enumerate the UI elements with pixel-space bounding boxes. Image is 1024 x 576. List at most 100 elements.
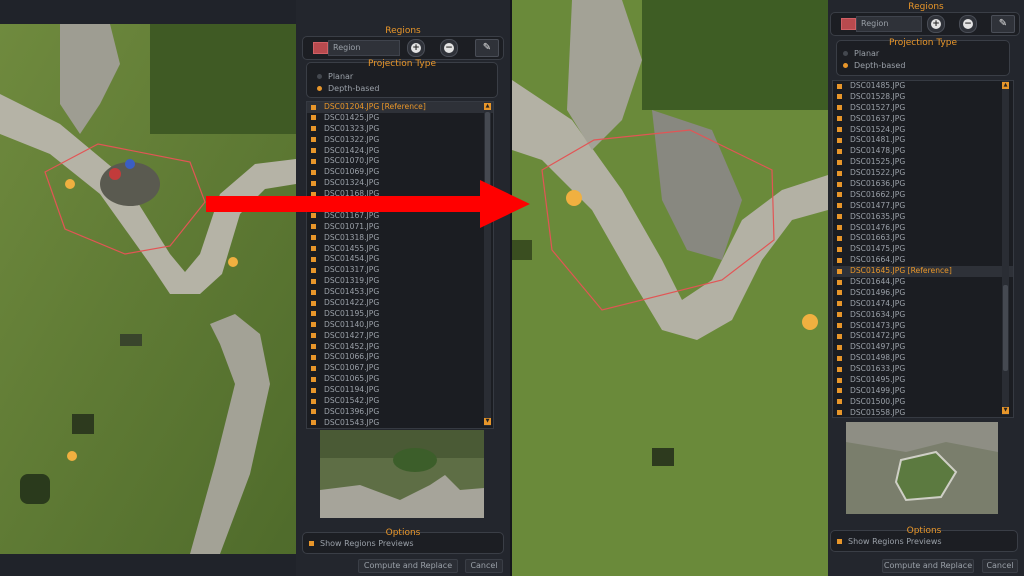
checkbox-checked-icon (311, 126, 316, 132)
scroll-up-icon[interactable]: ▲ (484, 103, 491, 110)
checkbox-checked-icon (837, 94, 842, 100)
compute-and-replace-button[interactable]: Compute and Replace (882, 559, 974, 573)
list-item[interactable]: DSC01318.JPG (307, 233, 493, 244)
checkbox-checked-icon (837, 399, 842, 405)
show-previews-checkbox[interactable]: Show Regions Previews (837, 537, 942, 547)
image-file-name: DSC01662.JPG (850, 189, 906, 199)
list-item[interactable]: DSC01663.JPG (833, 233, 1013, 244)
scroll-up-icon[interactable]: ▲ (1002, 82, 1009, 89)
list-item[interactable]: DSC01485.JPG (833, 81, 1013, 92)
list-item[interactable]: DSC01477.JPG (833, 201, 1013, 212)
list-item[interactable]: DSC01525.JPG (833, 157, 1013, 168)
projection-depth-based[interactable]: Depth-based (843, 61, 905, 71)
list-item[interactable]: DSC01317.JPG (307, 265, 493, 276)
show-previews-checkbox[interactable]: Show Regions Previews (309, 539, 414, 549)
list-item[interactable]: DSC01454.JPG (307, 254, 493, 265)
image-list-scrollbar[interactable]: ▲ ▼ (484, 102, 491, 426)
list-item[interactable]: DSC01633.JPG (833, 364, 1013, 375)
list-item[interactable]: DSC01194.JPG (307, 385, 493, 396)
list-item[interactable]: DSC01481.JPG (833, 135, 1013, 146)
list-item[interactable]: DSC01140.JPG (307, 320, 493, 331)
projection-depth-based[interactable]: Depth-based (317, 84, 379, 94)
list-item[interactable]: DSC01323.JPG (307, 124, 493, 135)
list-item[interactable]: DSC01396.JPG (307, 407, 493, 418)
list-item[interactable]: DSC01636.JPG (833, 179, 1013, 190)
list-item[interactable]: DSC01478.JPG (833, 146, 1013, 157)
list-item[interactable]: DSC01645.JPG [Reference] (833, 266, 1013, 278)
list-item[interactable]: DSC01425.JPG (307, 113, 493, 124)
list-item[interactable]: DSC01476.JPG (833, 223, 1013, 234)
image-list[interactable]: DSC01485.JPG DSC01528.JPG DSC01527.JPG DSC0… (832, 80, 1014, 418)
list-item[interactable]: DSC01475.JPG (833, 244, 1013, 255)
scroll-down-icon[interactable]: ▼ (1002, 407, 1009, 414)
list-item[interactable]: DSC01065.JPG (307, 374, 493, 385)
list-item[interactable]: DSC01527.JPG (833, 103, 1013, 114)
left-side-panel: Regions Region + − ✎ Projection Type Pla… (296, 0, 510, 576)
checkbox-checked-icon (837, 279, 842, 285)
left-photo-view[interactable] (0, 24, 296, 554)
edit-region-button[interactable]: ✎ (991, 15, 1015, 33)
image-list[interactable]: DSC01204.JPG [Reference] DSC01425.JPG DSC0… (306, 101, 494, 429)
cancel-button[interactable]: Cancel (465, 559, 503, 573)
region-name-field[interactable]: Region (328, 40, 400, 56)
list-item[interactable]: DSC01635.JPG (833, 212, 1013, 223)
remove-region-button[interactable]: − (440, 39, 458, 57)
list-item[interactable]: DSC01204.JPG [Reference] (307, 102, 493, 113)
image-list-scrollbar[interactable]: ▲ ▼ (1002, 81, 1009, 415)
list-item[interactable]: DSC01558.JPG (833, 408, 1013, 417)
list-item[interactable]: DSC01453.JPG (307, 287, 493, 298)
list-item[interactable]: DSC01452.JPG (307, 342, 493, 353)
right-photo-view[interactable] (512, 0, 828, 576)
add-region-button[interactable]: + (407, 39, 425, 57)
list-item[interactable]: DSC01496.JPG (833, 288, 1013, 299)
list-item[interactable]: DSC01528.JPG (833, 92, 1013, 103)
list-item[interactable]: DSC01644.JPG (833, 277, 1013, 288)
checkbox-checked-icon (837, 257, 842, 263)
edit-region-button[interactable]: ✎ (475, 39, 499, 57)
list-item[interactable]: DSC01499.JPG (833, 386, 1013, 397)
list-item[interactable]: DSC01664.JPG (833, 255, 1013, 266)
list-item[interactable]: DSC01473.JPG (833, 321, 1013, 332)
scroll-thumb[interactable] (1003, 285, 1008, 371)
list-item[interactable]: DSC01524.JPG (833, 125, 1013, 136)
projection-planar[interactable]: Planar (843, 49, 879, 59)
cancel-button[interactable]: Cancel (982, 559, 1018, 573)
list-item[interactable]: DSC01474.JPG (833, 299, 1013, 310)
list-item[interactable]: DSC01542.JPG (307, 396, 493, 407)
list-item[interactable]: DSC01322.JPG (307, 135, 493, 146)
list-item[interactable]: DSC01543.JPG (307, 418, 493, 428)
list-item[interactable]: DSC01455.JPG (307, 244, 493, 255)
image-file-name: DSC01066.JPG (324, 352, 380, 362)
list-item[interactable]: DSC01067.JPG (307, 363, 493, 374)
checkbox-checked-icon (311, 344, 316, 350)
list-item[interactable]: DSC01424.JPG (307, 146, 493, 157)
image-file-name: DSC01474.JPG (850, 298, 906, 308)
scroll-down-icon[interactable]: ▼ (484, 418, 491, 425)
region-color-swatch[interactable] (841, 18, 856, 30)
list-item[interactable]: DSC01662.JPG (833, 190, 1013, 201)
checkbox-checked-icon (837, 355, 842, 361)
region-color-swatch[interactable] (313, 42, 328, 54)
compute-and-replace-button[interactable]: Compute and Replace (358, 559, 458, 573)
list-item[interactable]: DSC01066.JPG (307, 352, 493, 363)
list-item[interactable]: DSC01422.JPG (307, 298, 493, 309)
list-item[interactable]: DSC01472.JPG (833, 331, 1013, 342)
list-item[interactable]: DSC01497.JPG (833, 342, 1013, 353)
list-item[interactable]: DSC01637.JPG (833, 114, 1013, 125)
list-item[interactable]: DSC01634.JPG (833, 310, 1013, 321)
list-item[interactable]: DSC01495.JPG (833, 375, 1013, 386)
image-file-name: DSC01317.JPG (324, 265, 380, 275)
projection-box: Projection Type Planar Depth-based (306, 59, 498, 98)
add-region-button[interactable]: + (927, 15, 945, 33)
regions-title: Regions (908, 2, 944, 12)
remove-region-button[interactable]: − (959, 15, 977, 33)
list-item[interactable]: DSC01498.JPG (833, 353, 1013, 364)
list-item[interactable]: DSC01195.JPG (307, 309, 493, 320)
region-name-field[interactable]: Region (856, 16, 922, 32)
list-item[interactable]: DSC01070.JPG (307, 156, 493, 167)
list-item[interactable]: DSC01500.JPG (833, 397, 1013, 408)
list-item[interactable]: DSC01427.JPG (307, 331, 493, 342)
projection-planar[interactable]: Planar (317, 72, 353, 82)
list-item[interactable]: DSC01522.JPG (833, 168, 1013, 179)
list-item[interactable]: DSC01319.JPG (307, 276, 493, 287)
